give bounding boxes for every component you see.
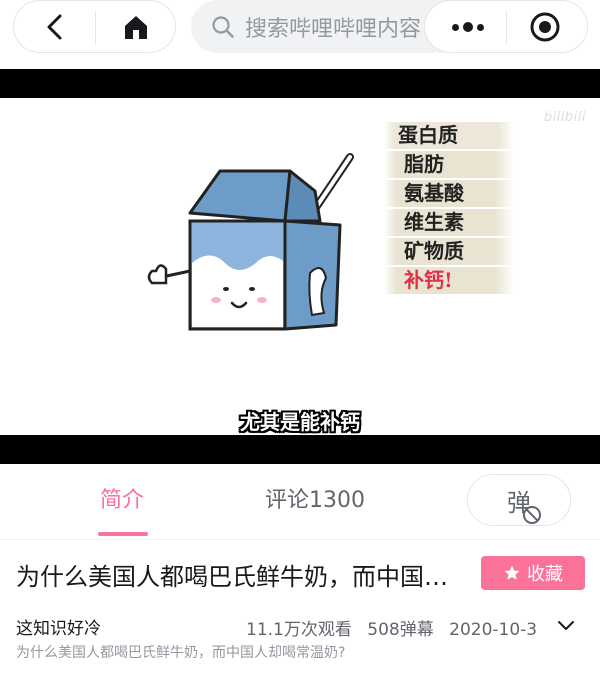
favorite-label: 收藏 xyxy=(527,564,563,585)
home-button[interactable] xyxy=(115,7,157,47)
danmaku-count: 508弹幕 xyxy=(367,620,434,640)
active-tab-indicator xyxy=(98,532,148,536)
publish-date: 2020-10-3 xyxy=(449,620,538,640)
star-icon xyxy=(504,565,520,580)
video-frame: bilibili 蛋白质 脂肪 氨基酸 维生素 矿物质 补钙! 尤其是能补钙 xyxy=(0,98,600,435)
menu-divider xyxy=(506,11,507,44)
nutrient-label: 氨基酸 xyxy=(384,180,514,207)
danmaku-label: 弹 xyxy=(507,483,541,524)
nutrient-label: 矿物质 xyxy=(384,238,514,265)
tab-comments[interactable]: 评论1300 xyxy=(265,482,365,514)
view-count: 11.1万次观看 xyxy=(246,620,352,640)
tab-bar: 简介 评论1300 弹 xyxy=(0,464,600,540)
bilibili-watermark: bilibili xyxy=(543,110,586,125)
more-dots-icon xyxy=(477,23,484,31)
search-placeholder: 搜索哔哩哔哩内容 xyxy=(245,16,422,42)
danmaku-toggle-button[interactable]: 弹 xyxy=(467,474,571,526)
more-dots-icon xyxy=(463,22,473,32)
milk-carton-illustration xyxy=(147,153,354,331)
menu-pill xyxy=(424,0,588,53)
video-description: 为什么美国人都喝巴氏鲜牛奶，而中国人却喝常温奶? xyxy=(16,645,346,661)
nutrient-label: 脂肪 xyxy=(384,151,514,178)
top-nav-bar: 搜索哔哩哔哩内容 xyxy=(0,0,600,68)
nutrient-label-highlight: 补钙! xyxy=(384,267,514,294)
chevron-down-icon[interactable] xyxy=(556,615,576,635)
more-button[interactable] xyxy=(443,7,493,47)
uploader-name[interactable]: 这知识好冷 xyxy=(16,614,101,639)
video-subtitle: 尤其是能补钙 xyxy=(240,410,360,434)
video-stats: 11.1万次观看 508弹幕 2020-10-3 xyxy=(246,615,547,640)
target-close-icon xyxy=(530,12,560,42)
search-icon xyxy=(212,15,234,38)
back-button[interactable] xyxy=(34,7,76,47)
tab-intro[interactable]: 简介 xyxy=(100,482,144,514)
nutrient-list: 蛋白质 脂肪 氨基酸 维生素 矿物质 补钙! xyxy=(384,122,514,296)
close-miniapp-button[interactable] xyxy=(523,7,567,47)
nav-divider xyxy=(95,11,96,44)
nutrient-label: 维生素 xyxy=(384,209,514,236)
nutrient-label: 蛋白质 xyxy=(384,122,514,149)
video-title: 为什么美国人都喝巴氏鲜牛奶，而中国人却喝常温奶？ xyxy=(16,563,468,591)
home-icon xyxy=(125,16,147,39)
chevron-left-icon xyxy=(47,14,62,40)
nav-pill xyxy=(13,0,176,53)
video-player[interactable]: bilibili 蛋白质 脂肪 氨基酸 维生素 矿物质 补钙! 尤其是能补钙 xyxy=(0,69,600,464)
favorite-button[interactable]: 收藏 xyxy=(481,556,585,590)
more-dots-icon xyxy=(452,23,459,31)
danmaku-off-icon xyxy=(523,505,541,524)
